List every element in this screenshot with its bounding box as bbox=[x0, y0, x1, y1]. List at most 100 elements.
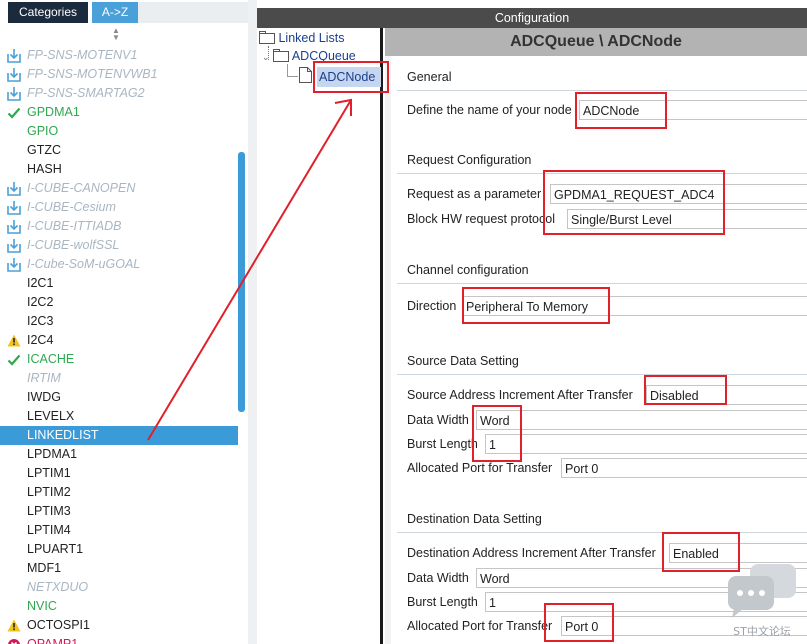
list-item[interactable]: IWDG bbox=[0, 388, 240, 407]
list-item-label: NETXDUO bbox=[27, 580, 89, 594]
source-increment-select[interactable]: Disabled bbox=[646, 385, 807, 405]
divider bbox=[397, 173, 807, 174]
list-item-label: LPDMA1 bbox=[27, 447, 78, 461]
list-item-label: FP-SNS-MOTENV1 bbox=[27, 48, 138, 62]
list-item[interactable]: GPDMA1 bbox=[0, 103, 240, 122]
list-item[interactable]: OCTOSPI1 bbox=[0, 616, 240, 635]
source-port-select[interactable]: Port 0 bbox=[561, 458, 807, 478]
request-parameter-select[interactable]: GPDMA1_REQUEST_ADC4 bbox=[550, 184, 807, 204]
tree-item-linked-lists[interactable]: Linked Lists bbox=[259, 31, 345, 45]
tree-item-adcqueue[interactable]: ⌄ ADCQueue bbox=[262, 49, 356, 63]
list-item-label: GPDMA1 bbox=[27, 105, 80, 119]
list-item-label: LPTIM2 bbox=[27, 485, 71, 499]
list-item-label: LPTIM1 bbox=[27, 466, 71, 480]
list-item[interactable]: GPIO bbox=[0, 122, 240, 141]
list-item[interactable]: I-CUBE-wolfSSL bbox=[0, 236, 240, 255]
list-item-label: IWDG bbox=[27, 390, 62, 404]
node-name-label: Define the name of your node bbox=[407, 103, 572, 117]
block-hw-protocol-select[interactable]: Single/Burst Level bbox=[567, 209, 807, 229]
list-item[interactable]: OPAMP1 bbox=[0, 635, 240, 644]
tab-a-z[interactable]: A->Z bbox=[92, 2, 138, 23]
list-item-label: GTZC bbox=[27, 143, 62, 157]
list-item[interactable]: HASH bbox=[0, 160, 240, 179]
tree-connector bbox=[287, 64, 298, 77]
list-item-label: MDF1 bbox=[27, 561, 62, 575]
list-item[interactable]: LPTIM1 bbox=[0, 464, 240, 483]
list-item[interactable]: LPTIM4 bbox=[0, 521, 240, 540]
list-item-label: I2C4 bbox=[27, 333, 54, 347]
list-item[interactable]: FP-SNS-SMARTAG2 bbox=[0, 84, 240, 103]
divider bbox=[397, 532, 807, 533]
list-item[interactable]: I2C4 bbox=[0, 331, 240, 350]
list-item[interactable]: LPTIM3 bbox=[0, 502, 240, 521]
folder-icon bbox=[259, 31, 275, 45]
section-general: General bbox=[407, 70, 452, 84]
tree-item-adcnode[interactable]: ADCNode bbox=[317, 67, 381, 87]
panel-divider[interactable] bbox=[248, 0, 257, 644]
download-icon bbox=[7, 236, 23, 255]
linked-list-tree bbox=[257, 28, 383, 644]
download-icon bbox=[7, 198, 23, 217]
list-item[interactable]: I-CUBE-CANOPEN bbox=[0, 179, 240, 198]
source-data-width-select[interactable]: Word bbox=[476, 410, 807, 430]
dest-increment-select[interactable]: Enabled bbox=[669, 543, 807, 563]
list-item-label: FP-SNS-SMARTAG2 bbox=[27, 86, 145, 100]
tree-label: Linked Lists bbox=[278, 31, 345, 45]
section-request-configuration: Request Configuration bbox=[407, 153, 532, 167]
list-item-label: ICACHE bbox=[27, 352, 75, 366]
source-burst-length-input[interactable]: 1 bbox=[485, 434, 807, 454]
component-list: FP-SNS-MOTENV1 FP-SNS-MOTENVWB1 FP-SNS-SMA… bbox=[0, 46, 240, 644]
list-item[interactable]: ICACHE bbox=[0, 350, 240, 369]
list-item[interactable]: I-Cube-SoM-uGOAL bbox=[0, 255, 240, 274]
dest-burst-length-label: Burst Length bbox=[407, 595, 478, 609]
warning-icon bbox=[7, 616, 23, 635]
folder-icon bbox=[273, 49, 290, 63]
list-item[interactable]: LPDMA1 bbox=[0, 445, 240, 464]
dest-data-width-label: Data Width bbox=[407, 571, 469, 585]
collapse-chevron-icon[interactable]: ⌄ bbox=[262, 52, 270, 62]
download-icon bbox=[7, 65, 23, 84]
warning-icon bbox=[7, 331, 23, 350]
section-destination-data-setting: Destination Data Setting bbox=[407, 512, 542, 526]
list-item-label: LINKEDLIST bbox=[27, 428, 99, 442]
list-item-label: LEVELX bbox=[27, 409, 75, 423]
sort-arrows-icon[interactable]: ▲ ▼ bbox=[112, 27, 120, 42]
list-item[interactable]: GTZC bbox=[0, 141, 240, 160]
node-name-input[interactable]: ADCNode bbox=[579, 100, 807, 120]
list-item[interactable]: FP-SNS-MOTENV1 bbox=[0, 46, 240, 65]
list-item-label: I-CUBE-Cesium bbox=[27, 200, 116, 214]
error-icon bbox=[7, 635, 23, 644]
tab-categories[interactable]: Categories bbox=[8, 2, 88, 23]
list-item-label: I2C2 bbox=[27, 295, 54, 309]
list-item[interactable]: LPUART1 bbox=[0, 540, 240, 559]
source-increment-label: Source Address Increment After Transfer bbox=[407, 388, 633, 402]
download-icon bbox=[7, 217, 23, 236]
list-item[interactable]: I2C3 bbox=[0, 312, 240, 331]
scrollbar-thumb[interactable] bbox=[238, 152, 245, 412]
list-item[interactable]: LINKEDLIST bbox=[0, 426, 240, 445]
download-icon bbox=[7, 255, 23, 274]
direction-select[interactable]: Peripheral To Memory bbox=[462, 296, 807, 316]
component-list-panel: Categories A->Z ▲ ▼ FP-SNS-MOTENV1 FP-SNS-… bbox=[0, 0, 248, 644]
list-item[interactable]: I-CUBE-Cesium bbox=[0, 198, 240, 217]
list-item[interactable]: I-CUBE-ITTIADB bbox=[0, 217, 240, 236]
list-item[interactable]: I2C2 bbox=[0, 293, 240, 312]
list-item-label: LPTIM4 bbox=[27, 523, 71, 537]
list-item[interactable]: NVIC bbox=[0, 597, 240, 616]
list-item[interactable]: LPTIM2 bbox=[0, 483, 240, 502]
tab-bar-filler bbox=[138, 2, 248, 23]
list-item[interactable]: FP-SNS-MOTENVWB1 bbox=[0, 65, 240, 84]
tree-label: ADCQueue bbox=[291, 49, 356, 63]
list-item[interactable]: NETXDUO bbox=[0, 578, 240, 597]
divider bbox=[397, 283, 807, 284]
source-burst-length-label: Burst Length bbox=[407, 437, 478, 451]
source-data-width-label: Data Width bbox=[407, 413, 469, 427]
list-item[interactable]: MDF1 bbox=[0, 559, 240, 578]
tree-divider[interactable] bbox=[380, 28, 383, 644]
list-item[interactable]: I2C1 bbox=[0, 274, 240, 293]
list-item[interactable]: LEVELX bbox=[0, 407, 240, 426]
list-item-label: FP-SNS-MOTENVWB1 bbox=[27, 67, 158, 81]
list-item[interactable]: IRTIM bbox=[0, 369, 240, 388]
list-item-label: LPTIM3 bbox=[27, 504, 71, 518]
dest-increment-label: Destination Address Increment After Tran… bbox=[407, 546, 656, 560]
